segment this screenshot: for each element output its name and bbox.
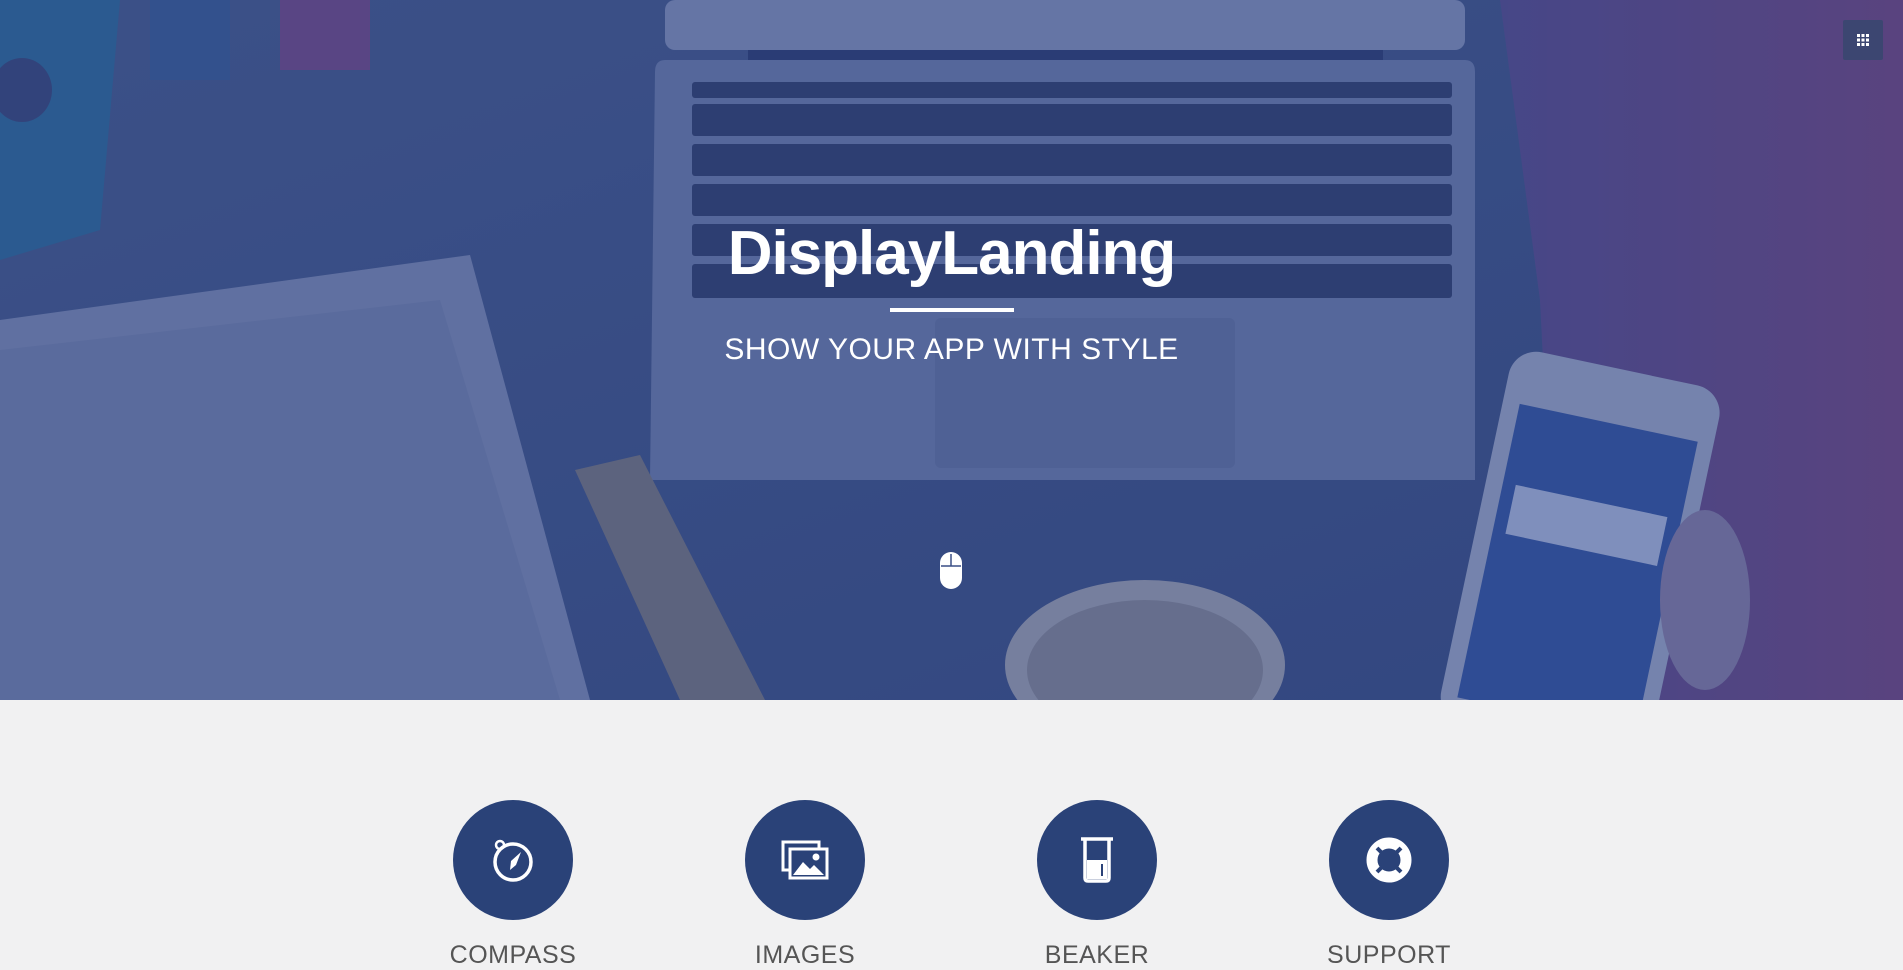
life-ring-icon xyxy=(1366,837,1412,883)
feature-beaker: BEAKER xyxy=(997,800,1197,970)
feature-images-button[interactable] xyxy=(745,800,865,920)
hero-section: DisplayLanding SHOW YOUR APP WITH STYLE xyxy=(0,0,1903,700)
hero-subtitle: SHOW YOUR APP WITH STYLE xyxy=(724,333,1179,366)
feature-beaker-label: BEAKER xyxy=(1044,941,1150,969)
menu-button[interactable] xyxy=(1843,20,1883,60)
feature-compass-label: COMPASS xyxy=(449,941,577,969)
hero-content: DisplayLanding SHOW YOUR APP WITH STYLE xyxy=(0,218,1903,368)
hero-title: DisplayLanding xyxy=(727,219,1177,288)
compass-icon xyxy=(493,839,533,882)
grid-menu-icon xyxy=(1857,34,1869,46)
feature-support: SUPPORT xyxy=(1289,800,1489,970)
feature-images-label: IMAGES xyxy=(754,941,856,969)
features-section: COMPASS IMAGES BEAKER SUPPORT xyxy=(0,700,1903,969)
feature-images: IMAGES xyxy=(705,800,905,970)
feature-compass-button[interactable] xyxy=(453,800,573,920)
feature-support-button[interactable] xyxy=(1329,800,1449,920)
feature-beaker-button[interactable] xyxy=(1037,800,1157,920)
mouse-icon[interactable] xyxy=(940,552,962,589)
images-icon xyxy=(781,840,829,880)
feature-compass: COMPASS xyxy=(413,800,613,970)
hero-divider xyxy=(889,308,1014,312)
feature-support-label: SUPPORT xyxy=(1327,941,1451,969)
beaker-icon xyxy=(1081,837,1113,883)
